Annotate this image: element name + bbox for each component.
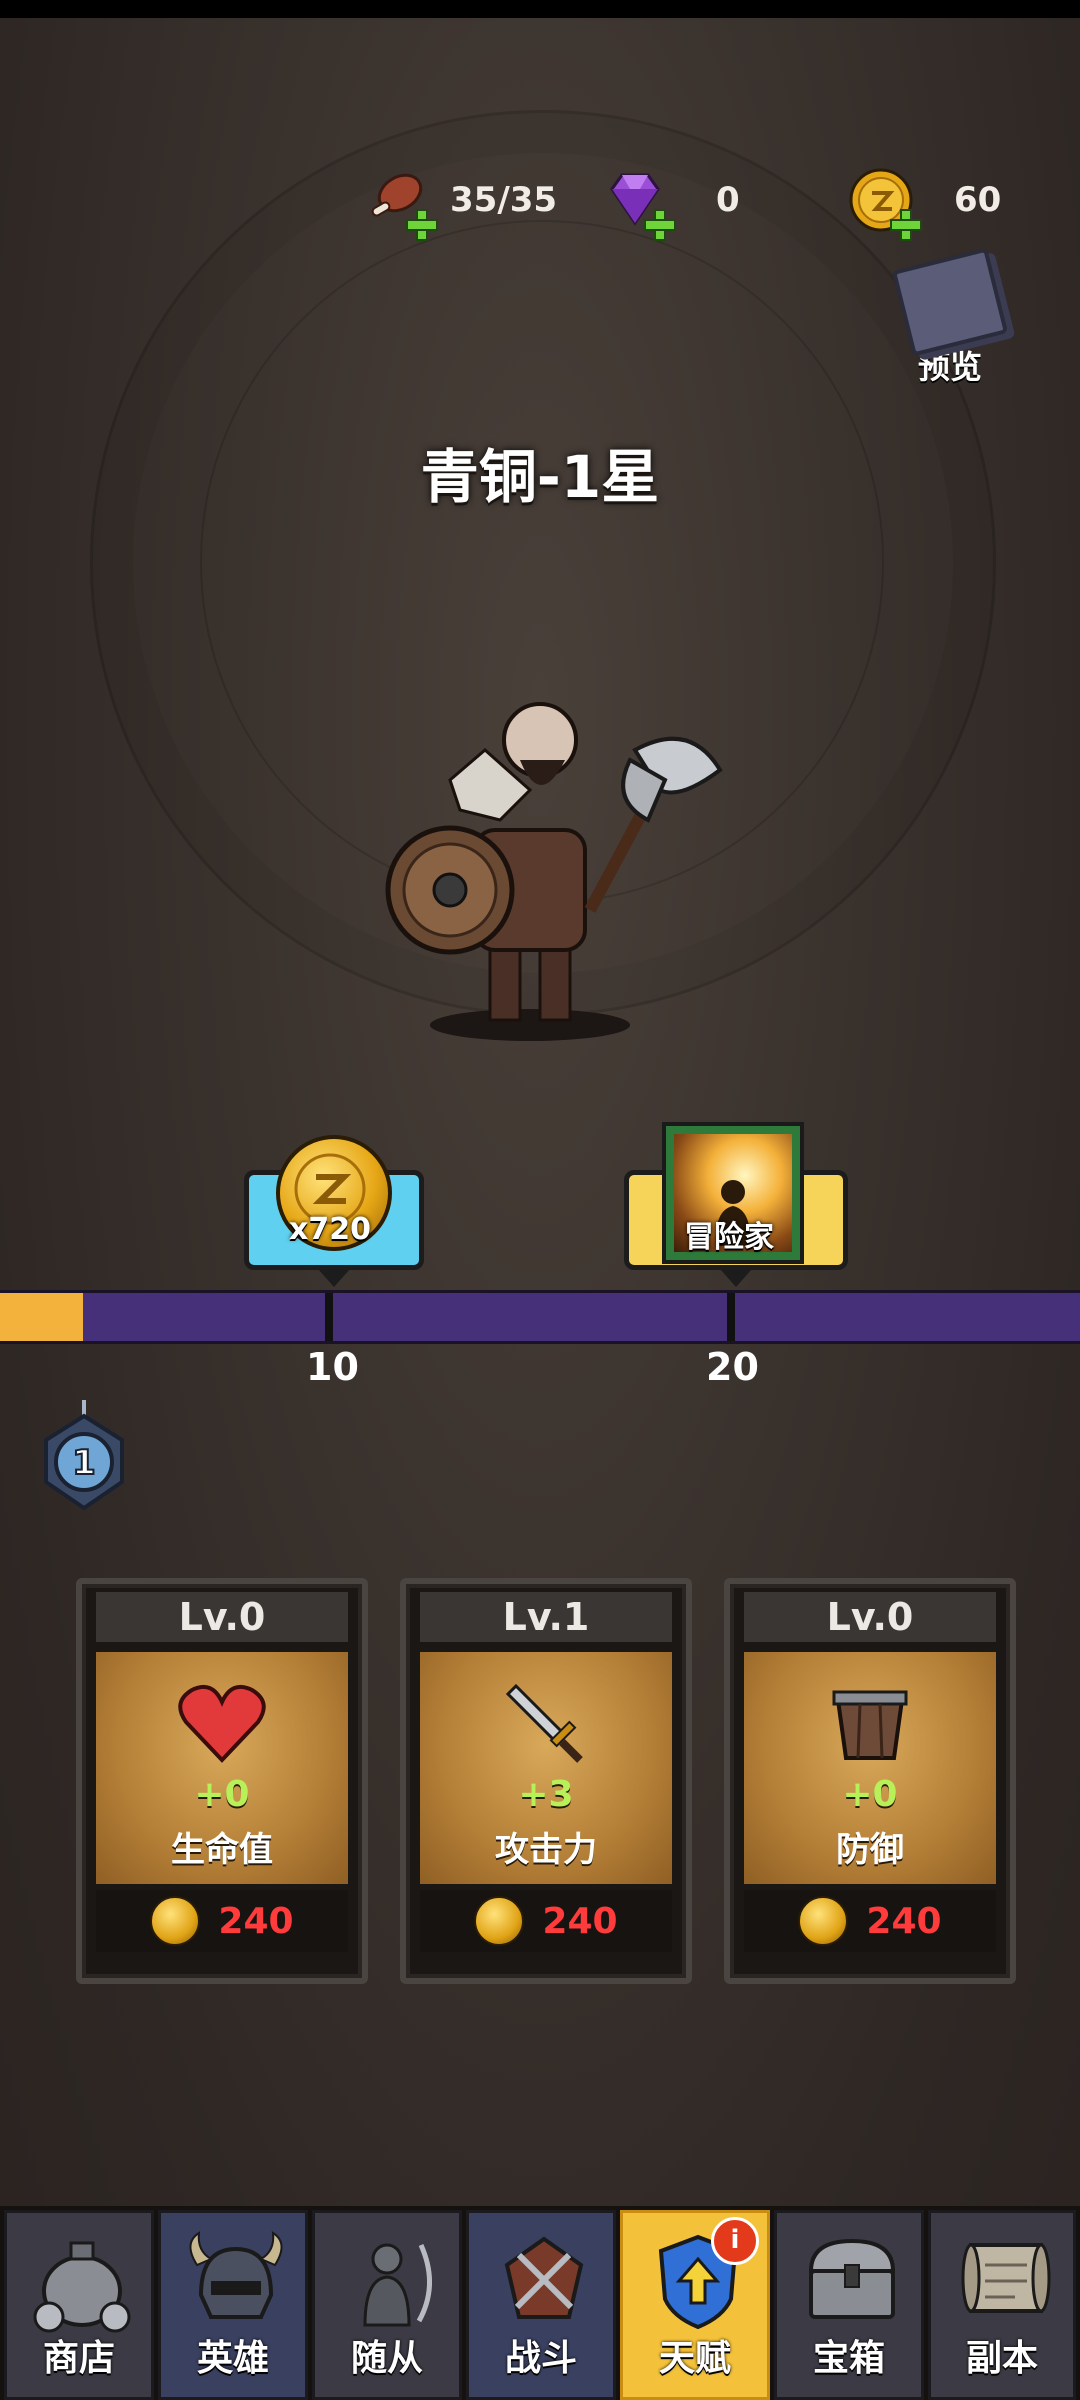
- level-progress-fill: [0, 1293, 84, 1341]
- cost-value: 240: [866, 1900, 942, 1942]
- coin-reward-label: x720: [289, 1212, 371, 1247]
- upgrade-cost-button[interactable]: 240: [744, 1890, 996, 1952]
- tab-follower[interactable]: 随从: [312, 2210, 462, 2400]
- plus-icon: [406, 209, 438, 241]
- card-bonus: +3: [518, 1774, 574, 1815]
- current-level-badge: 1: [38, 1400, 130, 1512]
- heart-icon: [178, 1685, 266, 1763]
- card-name: 生命值: [171, 1830, 273, 1870]
- tab-dungeon[interactable]: 副本: [928, 2210, 1076, 2400]
- coin-icon: [846, 165, 922, 241]
- upgrade-card-defense[interactable]: Lv.0 +0 防御 240: [724, 1578, 1016, 1984]
- tab-label: 天赋: [658, 2338, 731, 2379]
- tab-label: 随从: [350, 2338, 423, 2379]
- coin-icon: [474, 1896, 525, 1946]
- card-name: 防御: [836, 1830, 904, 1870]
- coin-resource[interactable]: 60: [846, 160, 1002, 241]
- reward-pointer: [318, 1269, 350, 1287]
- sword-icon: [505, 1683, 583, 1763]
- progress-divider: [325, 1293, 333, 1341]
- card-name: 攻击力: [495, 1830, 597, 1870]
- upgrade-card-health[interactable]: Lv.0 +0 生命值 240: [76, 1578, 368, 1984]
- cost-value: 240: [218, 1900, 294, 1942]
- stamina-resource[interactable]: 35/35: [362, 160, 558, 241]
- current-level-value: 1: [72, 1443, 96, 1483]
- tab-battle[interactable]: 战斗: [466, 2210, 616, 2400]
- progress-divider: [727, 1293, 735, 1341]
- card-level: Lv.1: [420, 1592, 672, 1642]
- tab-talent[interactable]: i 天赋: [620, 2210, 770, 2400]
- coin-icon: [798, 1896, 849, 1946]
- gem-value: 0: [716, 180, 740, 220]
- helmet-icon: [189, 2231, 283, 2319]
- hero-character: [385, 702, 723, 1041]
- status-bar: [0, 0, 1080, 18]
- card-body: +3 攻击力: [420, 1652, 672, 1884]
- gem-resource[interactable]: 0: [600, 160, 740, 241]
- tab-hero[interactable]: 英雄: [158, 2210, 308, 2400]
- tab-shop[interactable]: 商店: [4, 2210, 154, 2400]
- gem-icon: [600, 165, 676, 241]
- card-body: +0 生命值: [96, 1652, 348, 1884]
- tab-label: 副本: [965, 2338, 1038, 2379]
- tab-label: 战斗: [504, 2338, 577, 2379]
- card-body: +0 防御: [744, 1652, 996, 1884]
- cost-value: 240: [542, 1900, 618, 1942]
- shop-icon: [33, 2241, 131, 2333]
- follower-icon: [363, 2243, 432, 2327]
- reward-pointer: [720, 1269, 752, 1287]
- card-bonus: +0: [194, 1774, 250, 1815]
- meat-icon: [362, 165, 438, 241]
- card-level: Lv.0: [96, 1592, 348, 1642]
- upgrade-cost-button[interactable]: 240: [420, 1890, 672, 1952]
- tab-label: 英雄: [196, 2338, 269, 2379]
- tick-label-10: 10: [306, 1345, 359, 1389]
- coin-value: 60: [954, 180, 1002, 220]
- preview-label: 预览: [917, 348, 982, 386]
- book-icon: [891, 247, 1009, 357]
- scroll-icon: [961, 2243, 1051, 2313]
- card-level: Lv.0: [744, 1592, 996, 1642]
- plus-icon: [644, 209, 676, 241]
- chest-icon: [808, 2238, 896, 2319]
- info-badge: i: [711, 2217, 759, 2265]
- tab-chest[interactable]: 宝箱: [774, 2210, 924, 2400]
- bucket-icon: [832, 1690, 908, 1760]
- level-progress-bar: [0, 1290, 1080, 1344]
- adventurer-reward-label: 冒险家: [684, 1220, 774, 1255]
- plus-icon: [890, 209, 922, 241]
- stamina-value: 35/35: [450, 180, 558, 220]
- card-bonus: +0: [842, 1774, 898, 1815]
- coin-icon: [150, 1896, 201, 1946]
- tab-label: 商店: [42, 2338, 115, 2379]
- preview-button[interactable]: 预览: [890, 247, 1010, 386]
- tab-label: 宝箱: [812, 2338, 885, 2379]
- rank-title: 青铜-1星: [420, 443, 660, 511]
- tick-label-20: 20: [706, 1345, 759, 1389]
- upgrade-cost-button[interactable]: 240: [96, 1890, 348, 1952]
- battle-icon: [504, 2236, 584, 2319]
- upgrade-card-attack[interactable]: Lv.1 +3 攻击力 240: [400, 1578, 692, 1984]
